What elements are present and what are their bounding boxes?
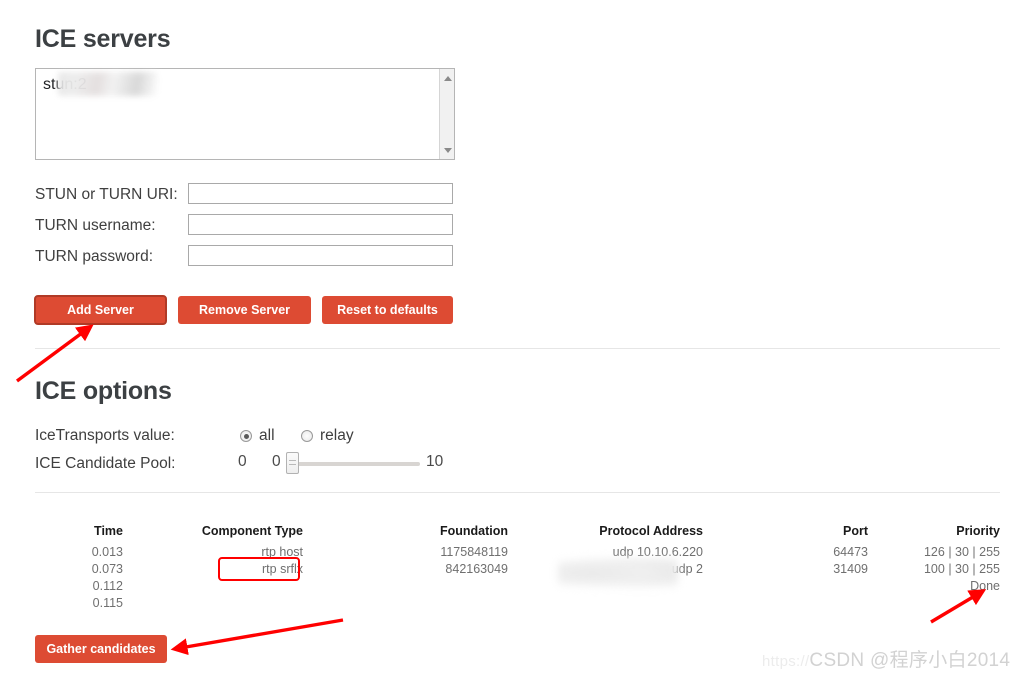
- ice-options-heading: ICE options: [35, 377, 172, 405]
- remove-server-button[interactable]: Remove Server: [178, 296, 311, 324]
- col-header-priority: Priority: [956, 524, 1000, 538]
- reset-to-defaults-button[interactable]: Reset to defaults: [322, 296, 453, 324]
- radio-dot-icon: [240, 430, 252, 442]
- cell-port: [703, 577, 868, 594]
- col-header-foundation: Foundation: [439, 524, 508, 538]
- table-row: 0.112 Done: [35, 577, 1000, 594]
- cell-foundation: 1175848119: [440, 544, 508, 559]
- pool-current-value: 0: [238, 453, 247, 470]
- ice-candidate-pool-label: ICE Candidate Pool:: [35, 455, 176, 472]
- radio-label-all: all: [259, 427, 275, 444]
- page-root: ICE servers stun:2 STUN or TURN URI: TUR…: [0, 0, 1018, 677]
- turn-username-label: TURN username:: [35, 217, 156, 234]
- cell-foundation: 842163049: [445, 561, 508, 576]
- scroll-up-icon[interactable]: [440, 71, 455, 85]
- cell-time: 0.073: [91, 561, 123, 576]
- cell-foundation: [303, 594, 508, 611]
- icetransports-radio-group: all relay: [240, 427, 376, 445]
- pool-slider-thumb[interactable]: [286, 452, 299, 474]
- cell-time: 0.115: [92, 595, 123, 610]
- cell-port: 64473: [833, 544, 868, 559]
- textarea-scrollbar[interactable]: [439, 69, 454, 159]
- icetransports-label: IceTransports value:: [35, 427, 175, 444]
- add-server-button[interactable]: Add Server: [34, 295, 167, 325]
- table-row: 0.013 rtp host 1175848119 udp 10.10.6.22…: [35, 543, 1000, 560]
- table-row: 0.115: [35, 594, 1000, 611]
- cell-time: 0.013: [91, 544, 123, 559]
- col-header-time: Time: [94, 524, 123, 538]
- watermark: https://CSDN @程序小白2014: [762, 645, 1010, 672]
- col-header-component: Component Type: [201, 524, 303, 538]
- arrow-to-add-server: [15, 324, 94, 383]
- col-header-port: Port: [843, 524, 868, 538]
- stun-turn-uri-input[interactable]: [188, 183, 453, 204]
- redaction-blur-uri: [58, 72, 158, 96]
- stun-turn-uri-label: STUN or TURN URI:: [35, 186, 178, 203]
- ice-servers-heading: ICE servers: [35, 25, 171, 53]
- pool-max-value: 10: [426, 453, 444, 470]
- section-divider-bottom: [35, 492, 1000, 493]
- table-row: 0.073 rtp srflx 842163049 udp 2 31409 10…: [35, 560, 1000, 577]
- turn-username-input[interactable]: [188, 214, 453, 235]
- candidates-table: Time Component Type Foundation Protocol …: [35, 524, 1000, 611]
- section-divider-top: [35, 348, 1000, 349]
- cell-port: [703, 594, 868, 611]
- radio-transports-all[interactable]: all: [240, 427, 275, 445]
- col-header-protocol: Protocol Address: [599, 524, 703, 538]
- gather-candidates-button[interactable]: Gather candidates: [35, 635, 167, 663]
- watermark-url: https://: [762, 653, 810, 670]
- radio-label-relay: relay: [319, 427, 354, 444]
- table-header-row: Time Component Type Foundation Protocol …: [35, 524, 1000, 543]
- cell-status-done: Done: [970, 578, 1000, 593]
- cell-time: 0.112: [92, 578, 123, 593]
- radio-transports-relay[interactable]: relay: [300, 427, 354, 445]
- turn-password-input[interactable]: [188, 245, 453, 266]
- arrow-to-gather-candidates: [170, 618, 344, 656]
- turn-password-label: TURN password:: [35, 248, 153, 265]
- pool-min-value: 0: [272, 453, 281, 470]
- cell-priority: 126 | 30 | 255: [923, 544, 1000, 559]
- scroll-down-icon[interactable]: [440, 143, 455, 157]
- pool-slider-track[interactable]: [290, 462, 420, 466]
- cell-priority: [868, 594, 1000, 611]
- cell-foundation: [303, 577, 508, 594]
- watermark-text: CSDN @程序小白2014: [809, 650, 1011, 671]
- cell-priority: 100 | 30 | 255: [923, 561, 1000, 576]
- cell-protocol: [508, 594, 703, 611]
- cell-port: 31409: [833, 561, 868, 576]
- radio-dot-icon: [300, 430, 313, 442]
- redaction-blur-protocol: [558, 558, 678, 588]
- cell-component: [123, 594, 303, 611]
- annotation-highlight-box: [218, 557, 300, 581]
